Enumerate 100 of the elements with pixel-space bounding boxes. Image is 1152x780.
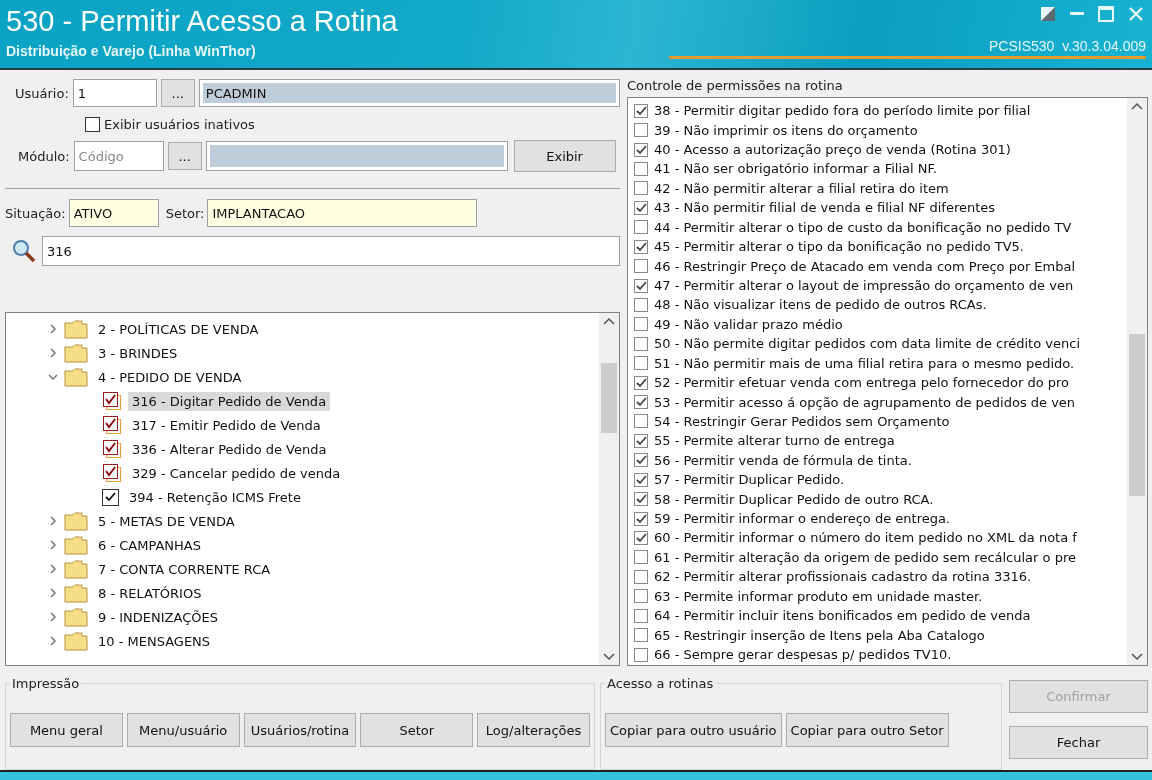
checkbox[interactable] [634, 433, 648, 448]
tree-item[interactable]: 6 - CAMPANHAS [94, 535, 205, 555]
checkbox[interactable] [634, 317, 648, 332]
maximize-icon[interactable] [1098, 6, 1114, 22]
tree-item[interactable]: 9 - INDENIZAÇÕES [94, 607, 222, 627]
field-label: Módulo: [18, 148, 70, 164]
checkbox[interactable] [634, 453, 648, 468]
checkbox[interactable] [634, 220, 648, 235]
permission-label: 59 - Permitir informar o endereço de entrega. [654, 511, 951, 527]
checkbox[interactable] [102, 488, 119, 506]
scrollbar[interactable] [1127, 98, 1147, 665]
permission-label: 39 - Não imprimir os itens do orçamento [654, 122, 918, 138]
checkbox[interactable] [634, 569, 648, 584]
scroll-down-icon[interactable] [603, 653, 615, 661]
checkbox[interactable] [634, 297, 648, 312]
permission-label: 51 - Não permitir mais de uma filial retira para o mesmo pedido. [654, 355, 1075, 371]
collapse-icon[interactable] [48, 372, 58, 382]
tree-item[interactable]: 3 - BRINDES [94, 343, 182, 363]
expand-icon[interactable] [48, 516, 58, 526]
expand-icon[interactable] [48, 588, 58, 598]
checkbox[interactable] [634, 123, 648, 138]
scrollbar[interactable] [599, 313, 619, 665]
scroll-down-icon[interactable] [1131, 653, 1143, 661]
checkbox[interactable] [634, 647, 648, 662]
lookup-button[interactable]: ... [167, 142, 202, 170]
expand-icon[interactable] [48, 540, 58, 550]
tree-item[interactable]: 394 - Retenção ICMS Frete [125, 487, 305, 507]
permission-label: 54 - Restringir Gerar Pedidos sem Orçamento [654, 413, 950, 429]
lookup-button[interactable]: ... [160, 79, 195, 107]
expand-icon[interactable] [48, 636, 58, 646]
checkbox-label: Exibir usuários inativos [104, 117, 255, 132]
checkbox[interactable] [634, 181, 648, 196]
checkbox[interactable] [102, 439, 122, 459]
checkbox[interactable] [634, 395, 648, 410]
checkbox[interactable] [634, 608, 648, 623]
folder-icon [64, 535, 88, 555]
checkbox[interactable] [634, 472, 648, 487]
checkbox[interactable] [634, 336, 648, 351]
user-name-field: PCADMIN [198, 79, 620, 107]
permission-label: 64 - Permitir incluir itens bonificados em pedido de venda [654, 608, 1031, 624]
expand-icon[interactable] [48, 564, 58, 574]
permission-label: 43 - Não permitir filial de venda e filial NF diferentes [654, 200, 996, 216]
tree-item[interactable]: 336 - Alterar Pedido de Venda [128, 439, 331, 459]
checkbox[interactable] [634, 239, 648, 254]
restore-icon[interactable] [1040, 6, 1056, 22]
tree-item[interactable]: 4 - PEDIDO DE VENDA [94, 367, 246, 387]
scroll-up-icon[interactable] [603, 317, 615, 325]
checkbox[interactable] [634, 161, 648, 176]
checkbox[interactable] [634, 278, 648, 293]
search-field[interactable]: 316 [42, 236, 620, 266]
print-button[interactable]: Log/alterações [477, 713, 590, 747]
folder-icon [64, 607, 88, 627]
tree-item[interactable]: 317 - Emitir Pedido de Venda [128, 415, 325, 435]
expand-icon[interactable] [48, 324, 58, 334]
copy-button[interactable]: Copiar para outro Setor [785, 713, 949, 747]
expand-icon[interactable] [48, 612, 58, 622]
checkbox[interactable] [634, 414, 648, 429]
print-button[interactable]: Usuários/rotina [243, 713, 357, 747]
checkbox[interactable] [634, 103, 648, 118]
checkbox[interactable] [102, 415, 122, 435]
checkbox[interactable] [634, 550, 648, 565]
checkbox[interactable] [634, 511, 648, 526]
checkbox[interactable] [634, 200, 648, 215]
tree-item[interactable]: 5 - METAS DE VENDA [94, 511, 239, 531]
tree-item[interactable]: 10 - MENSAGENS [94, 631, 215, 651]
show-button[interactable]: Exibir [513, 140, 616, 172]
module-code-field[interactable]: Código [73, 141, 164, 171]
scroll-thumb[interactable] [601, 363, 617, 433]
minimize-icon[interactable] [1070, 12, 1084, 16]
tree-item[interactable]: 316 - Digitar Pedido de Venda [128, 391, 331, 411]
checkbox[interactable] [85, 117, 100, 132]
checkbox[interactable] [634, 492, 648, 507]
scroll-up-icon[interactable] [1131, 102, 1143, 110]
checkbox[interactable] [634, 375, 648, 390]
copy-button[interactable]: Copiar para outro usuário [605, 713, 782, 747]
folder-icon [64, 367, 88, 387]
tree-item[interactable]: 2 - POLÍTICAS DE VENDA [94, 319, 263, 339]
user-code-field[interactable]: 1 [72, 79, 157, 107]
tree-item[interactable]: 7 - CONTA CORRENTE RCA [94, 559, 275, 579]
checkbox[interactable] [634, 259, 648, 274]
checkbox[interactable] [634, 142, 648, 157]
action-button[interactable]: Fechar [1009, 726, 1148, 759]
checkbox[interactable] [102, 391, 122, 411]
tree-item[interactable]: 329 - Cancelar pedido de venda [128, 463, 345, 483]
checkbox[interactable] [634, 531, 648, 545]
permission-label: 46 - Restringir Preço de Atacado em venda com Preço por Embal [654, 258, 1076, 274]
checkbox[interactable] [102, 463, 122, 483]
checkbox[interactable] [634, 356, 648, 371]
close-icon[interactable] [1128, 6, 1144, 22]
checkbox[interactable] [634, 589, 648, 604]
folder-icon [64, 319, 88, 339]
print-button[interactable]: Setor [360, 713, 474, 747]
tree-item[interactable]: 8 - RELATÓRIOS [94, 583, 206, 603]
scroll-thumb[interactable] [1129, 334, 1145, 496]
print-button[interactable]: Menu geral [10, 713, 123, 747]
checkbox[interactable] [634, 628, 648, 643]
permission-label: 49 - Não validar prazo médio [654, 316, 843, 332]
expand-icon[interactable] [48, 348, 58, 358]
print-button[interactable]: Menu/usuário [126, 713, 240, 747]
folder-icon [64, 583, 88, 603]
